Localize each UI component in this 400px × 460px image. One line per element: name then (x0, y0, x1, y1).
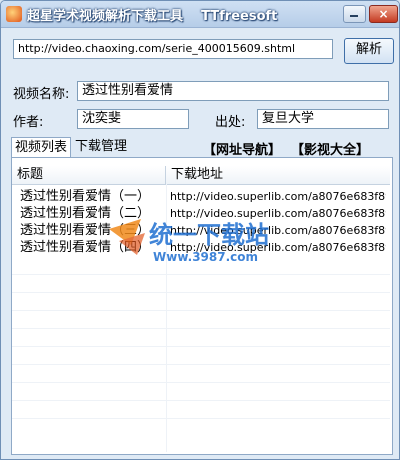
tab-download-manager[interactable]: 下载管理 (73, 137, 129, 157)
nav-link[interactable]: 【网址导航】 (203, 139, 281, 158)
column-header-title[interactable]: 标题 (12, 166, 166, 184)
movies-link[interactable]: 【影视大全】 (291, 139, 369, 158)
video-name-field[interactable]: 透过性别看爱情 (77, 81, 389, 101)
close-button[interactable]: × (369, 5, 398, 23)
watermark-brand-text: 统一下载站 (149, 221, 269, 249)
tab-video-list[interactable]: 视频列表 (11, 137, 71, 158)
watermark-logo: 统一下载站 Www.3987.com (109, 219, 269, 264)
grid-line (12, 310, 390, 311)
url-input[interactable]: http://video.chaoxing.com/serie_40001560… (13, 39, 333, 59)
video-name-label: 视频名称: (13, 87, 70, 102)
grid-line (12, 400, 390, 401)
grid-line (12, 292, 390, 293)
window-title: 超星学术视频解析下载工具 TTfreesoft (27, 9, 278, 24)
video-list-panel: 标题 下载地址 透过性别看爱情（一） http://video.superlib… (11, 157, 393, 455)
grid-line (12, 364, 390, 365)
column-header-url[interactable]: 下载地址 (166, 166, 390, 184)
table-row[interactable]: 透过性别看爱情（一） http://video.superlib.com/a80… (12, 188, 390, 206)
row-title: 透过性别看爱情（一） (20, 189, 151, 204)
grid-line (12, 328, 390, 329)
close-icon: × (378, 7, 389, 21)
author-label: 作者: (13, 115, 44, 130)
parse-button[interactable]: 解析 (344, 38, 394, 64)
row-url: http://video.superlib.com/a8076e683f89..… (170, 190, 386, 203)
minimize-icon (350, 15, 358, 17)
grid-line (12, 346, 390, 347)
minimize-button[interactable] (343, 5, 366, 23)
app-logo-icon (6, 6, 22, 22)
source-field[interactable]: 复旦大学 (257, 109, 389, 129)
source-label: 出处: (215, 115, 246, 130)
author-field[interactable]: 沈奕斐 (77, 109, 189, 129)
title-bar[interactable]: 超星学术视频解析下载工具 TTfreesoft × (1, 1, 399, 28)
list-header: 标题 下载地址 (12, 166, 390, 185)
grid-line (12, 382, 390, 383)
watermark-site-text: Www.3987.com (153, 250, 258, 264)
grid-line (12, 418, 390, 419)
app-window: 超星学术视频解析下载工具 TTfreesoft × http://video.c… (0, 0, 400, 460)
